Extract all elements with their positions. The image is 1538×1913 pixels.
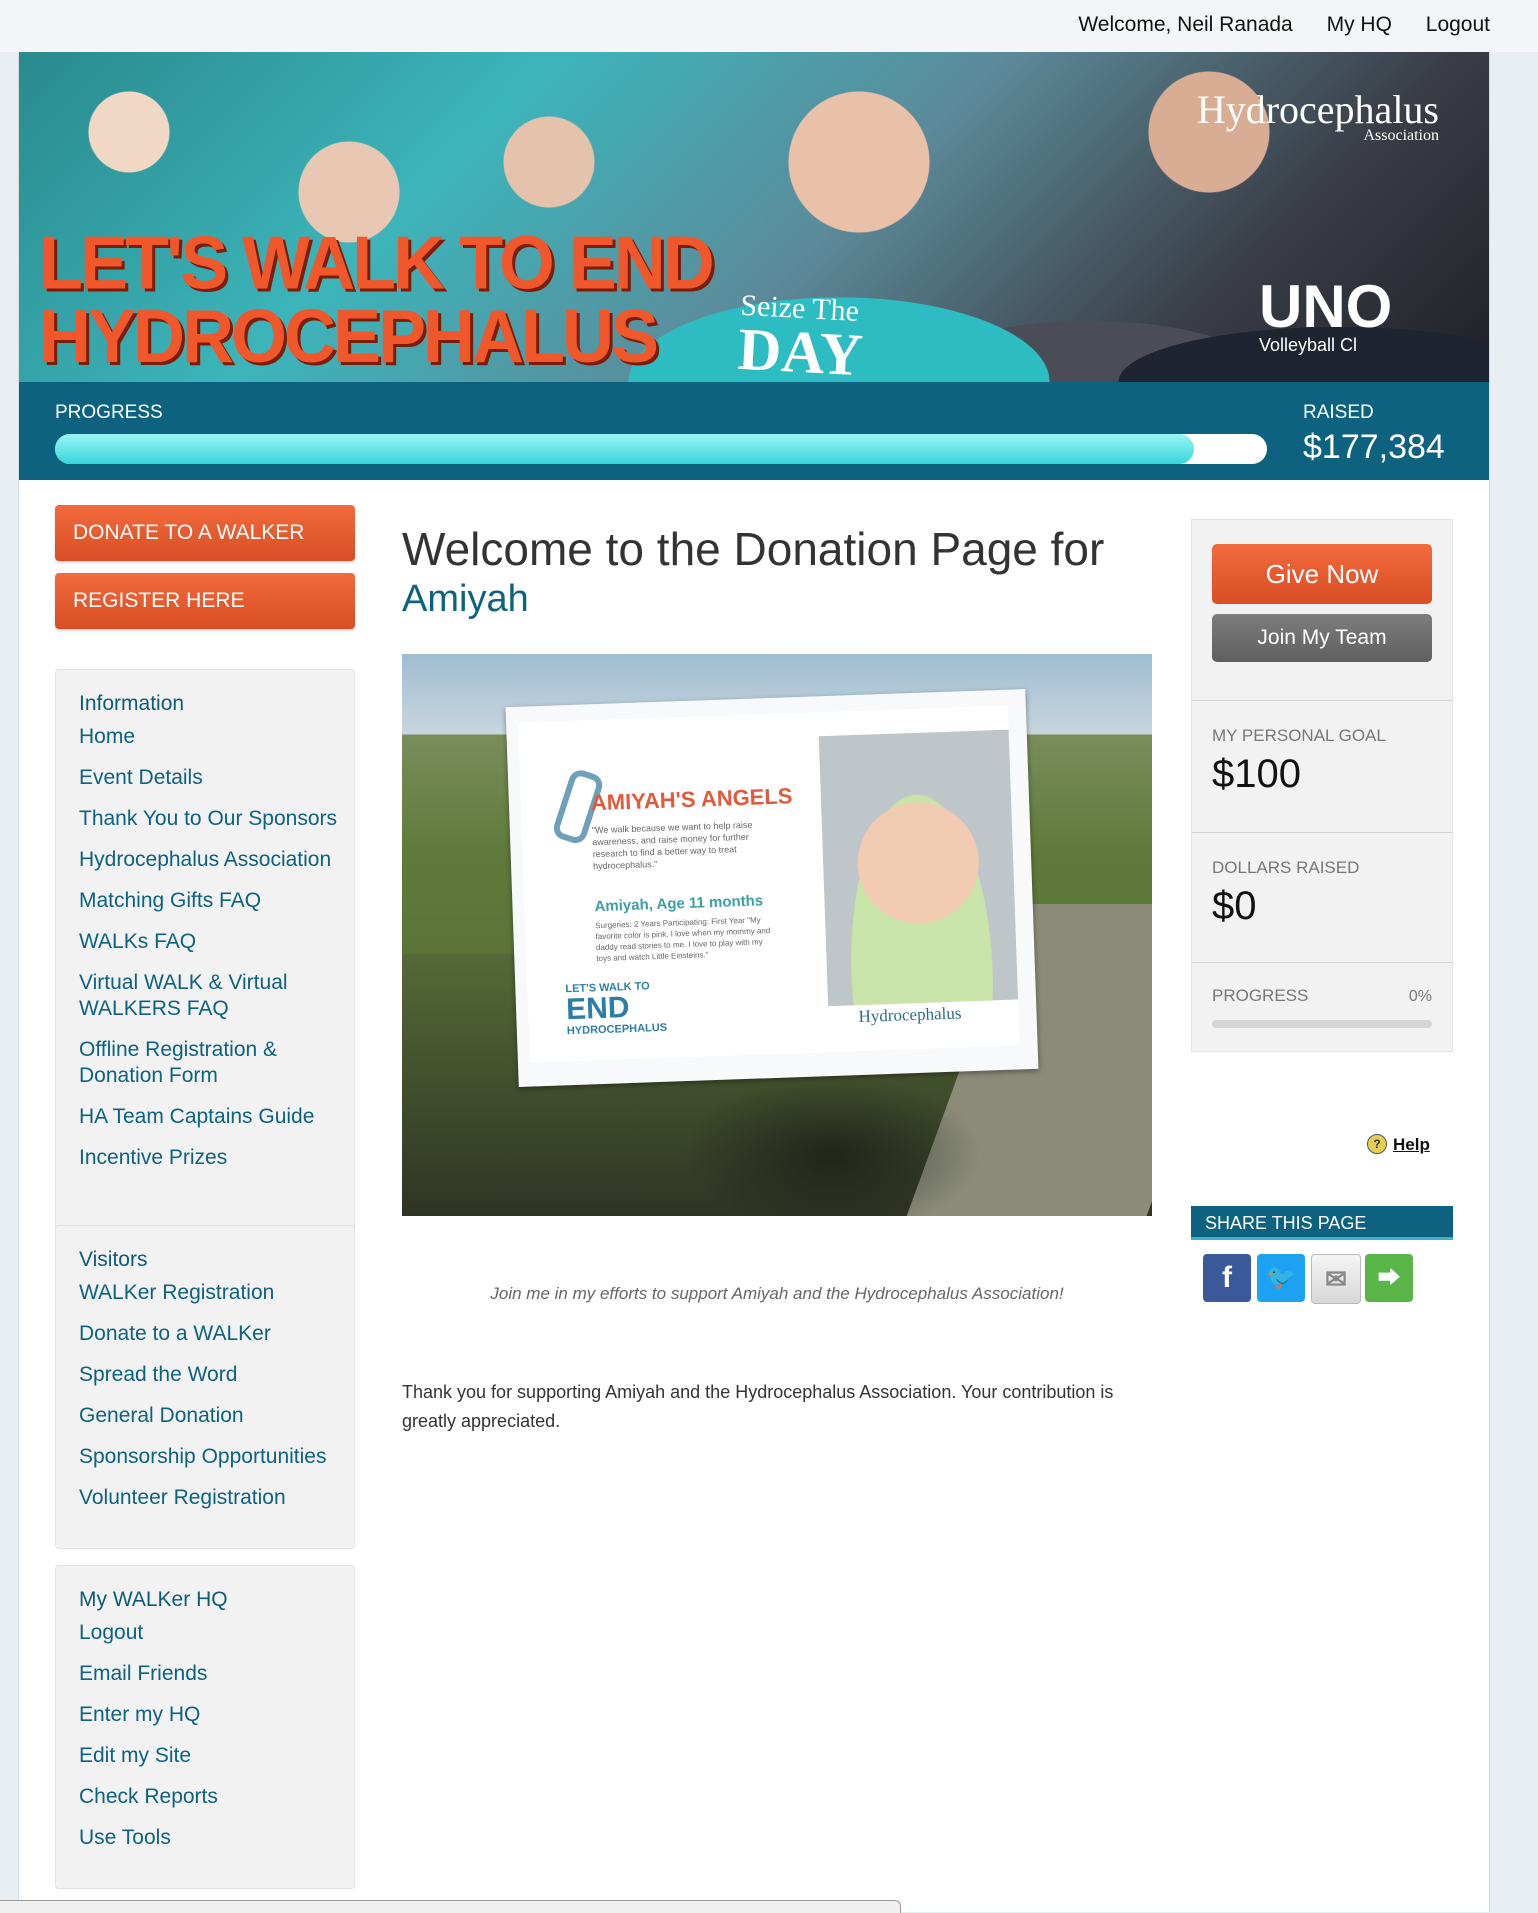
nav-item-enter-hq[interactable]: Enter my HQ: [79, 1702, 354, 1728]
nav-information: Information Home Event Details Thank You…: [55, 669, 355, 1253]
account-links: Welcome, Neil Ranada My HQ Logout: [1050, 13, 1490, 37]
nav-item-volunteer-registration[interactable]: Volunteer Registration: [79, 1485, 354, 1511]
nav-item-email-friends[interactable]: Email Friends: [79, 1661, 354, 1687]
raised-label: RAISED: [1303, 402, 1374, 423]
page-container: LET'S WALK TO END HYDROCEPHALUS Seize Th…: [18, 52, 1490, 1912]
register-here-button[interactable]: REGISTER HERE: [55, 573, 355, 629]
uno-text: UNO: [1259, 273, 1393, 340]
baby-photo: [818, 729, 1019, 1007]
personal-progress-label: PROGRESS: [1212, 986, 1309, 1005]
headline-line-2: HYDROCEPHALUS: [39, 294, 659, 379]
yard-sign: AMIYAH'S ANGELS "We walk because we want…: [505, 689, 1039, 1087]
logout-link[interactable]: Logout: [1426, 13, 1490, 36]
sign-association-logo: Hydrocephalus: [858, 1003, 962, 1027]
browser-status-bar: [0, 1900, 901, 1913]
logo-name: Hydrocephalus: [1196, 87, 1439, 132]
headline-line-1: LET'S WALK TO END: [39, 221, 715, 306]
nav-item-spread-the-word[interactable]: Spread the Word: [79, 1362, 354, 1388]
welcome-text: Welcome, Neil Ranada: [1078, 13, 1293, 36]
nav-item-virtual-walk-faq[interactable]: Virtual WALK & Virtual WALKERS FAQ: [79, 970, 354, 1022]
event-progress: PROGRESS RAISED $177,384: [19, 382, 1489, 480]
nav-item-sponsorship[interactable]: Sponsorship Opportunities: [79, 1444, 354, 1470]
donation-panel: Give Now Join My Team MY PERSONAL GOAL $…: [1191, 519, 1453, 1052]
facebook-icon[interactable]: f: [1203, 1254, 1251, 1302]
shirt-text: Seize The DAY: [736, 289, 866, 382]
nav-item-matching-gifts[interactable]: Matching Gifts FAQ: [79, 888, 354, 914]
nav-heading-information: Information: [79, 692, 185, 715]
my-hq-link[interactable]: My HQ: [1327, 13, 1392, 36]
thank-you-text: Thank you for supporting Amiyah and the …: [402, 1382, 1114, 1431]
participant-name: Amiyah: [402, 578, 529, 620]
page-title: Welcome to the Donation Page for: [402, 523, 1105, 575]
nav-my-walker-hq: My WALKer HQ Logout Email Friends Enter …: [55, 1565, 355, 1889]
help-icon[interactable]: ?: [1367, 1134, 1387, 1154]
top-bar: Welcome, Neil Ranada My HQ Logout: [0, 0, 1538, 52]
end-logo-main: END: [565, 991, 631, 1027]
nav-item-logout[interactable]: Logout: [79, 1620, 354, 1646]
give-now-button[interactable]: Give Now: [1212, 544, 1432, 604]
shirt-line-2: DAY: [736, 315, 865, 382]
nav-item-donate-to-walker[interactable]: Donate to a WALKer: [79, 1321, 354, 1347]
goal-value: $100: [1212, 752, 1301, 796]
sign-details: Surgeries: 2 Years Participating: First …: [595, 915, 771, 964]
event-progress-fill: [55, 434, 1195, 464]
dollars-raised-label: DOLLARS RAISED: [1212, 858, 1360, 877]
walk-end-logo: LET'S WALK TO END HYDROCEPHALUS: [565, 980, 667, 1037]
progress-label: PROGRESS: [55, 402, 163, 423]
uno-shirt-logo: UNO Volleyball Cl: [1259, 272, 1392, 356]
nav-visitors: Visitors WALKer Registration Donate to a…: [55, 1225, 355, 1549]
panel-divider: [1192, 962, 1452, 963]
panel-divider: [1192, 832, 1452, 833]
event-progress-track: [55, 434, 1267, 464]
goal-label: MY PERSONAL GOAL: [1212, 726, 1386, 745]
raised-value: $177,384: [1303, 428, 1445, 466]
twitter-icon[interactable]: 🐦: [1257, 1254, 1305, 1302]
nav-item-check-reports[interactable]: Check Reports: [79, 1784, 354, 1810]
share-heading: SHARE THIS PAGE: [1191, 1206, 1453, 1240]
personal-progress-track: [1212, 1020, 1432, 1028]
personal-progress-percent: 0%: [1408, 988, 1432, 1005]
hero-banner: LET'S WALK TO END HYDROCEPHALUS Seize Th…: [19, 52, 1489, 382]
nav-heading-my-walker-hq[interactable]: My WALKer HQ: [79, 1588, 354, 1612]
donate-to-walker-button[interactable]: DONATE TO A WALKER: [55, 505, 355, 561]
nav-item-event-details[interactable]: Event Details: [79, 765, 354, 791]
nav-item-team-captains-guide[interactable]: HA Team Captains Guide: [79, 1104, 354, 1130]
nav-item-hydrocephalus-association[interactable]: Hydrocephalus Association: [79, 847, 354, 873]
nav-item-edit-site[interactable]: Edit my Site: [79, 1743, 354, 1769]
nav-item-sponsors[interactable]: Thank You to Our Sponsors: [79, 806, 354, 832]
join-my-team-button[interactable]: Join My Team: [1212, 614, 1432, 662]
panel-divider: [1192, 700, 1452, 701]
sign-title: AMIYAH'S ANGELS: [590, 783, 793, 816]
sign-face: AMIYAH'S ANGELS "We walk because we want…: [518, 705, 1020, 1063]
photo-shadow: [682, 1074, 982, 1216]
nav-item-incentive-prizes[interactable]: Incentive Prizes: [79, 1145, 354, 1171]
share-icon[interactable]: ⮕: [1365, 1254, 1413, 1302]
dollars-raised-value: $0: [1212, 884, 1257, 928]
banner-headline: LET'S WALK TO END HYDROCEPHALUS: [39, 221, 715, 379]
photo-caption: Join me in my efforts to support Amiyah …: [490, 1284, 1064, 1303]
participant-photo: AMIYAH'S ANGELS "We walk because we want…: [402, 654, 1152, 1216]
nav-item-walker-registration[interactable]: WALKer Registration: [79, 1280, 354, 1306]
nav-heading-visitors: Visitors: [79, 1248, 148, 1271]
nav-item-offline-registration[interactable]: Offline Registration & Donation Form: [79, 1037, 354, 1089]
association-logo[interactable]: Hydrocephalus Association: [1197, 86, 1439, 145]
email-icon[interactable]: ✉: [1311, 1254, 1361, 1304]
sign-quote: "We walk because we want to help raise a…: [591, 819, 753, 872]
sign-age: Amiyah, Age 11 months: [594, 892, 764, 916]
end-logo-bottom: HYDROCEPHALUS: [566, 1021, 668, 1038]
help-link[interactable]: Help: [1393, 1135, 1430, 1155]
nav-item-home[interactable]: Home: [79, 724, 354, 750]
nav-item-walks-faq[interactable]: WALKs FAQ: [79, 929, 354, 955]
nav-item-general-donation[interactable]: General Donation: [79, 1403, 354, 1429]
nav-item-use-tools[interactable]: Use Tools: [79, 1825, 354, 1851]
